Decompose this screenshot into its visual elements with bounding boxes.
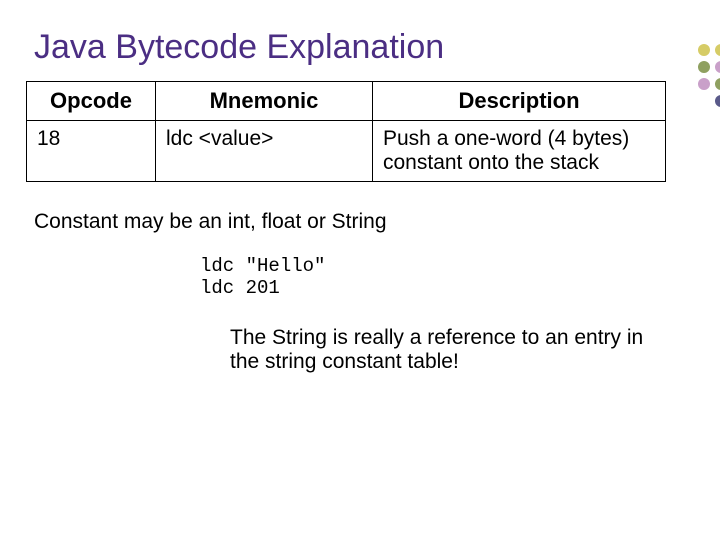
- string-note: The String is really a reference to an e…: [230, 326, 650, 376]
- table-row: 18 ldc <value> Push a one-word (4 bytes)…: [27, 121, 666, 182]
- table-header-row: Opcode Mnemonic Description: [27, 82, 666, 121]
- cell-description: Push a one-word (4 bytes) constant onto …: [373, 121, 666, 182]
- slide-title: Java Bytecode Explanation: [34, 28, 690, 67]
- cell-mnemonic: ldc <value>: [156, 121, 373, 182]
- code-example: ldc "Hello" ldc 201: [200, 256, 690, 300]
- opcode-table: Opcode Mnemonic Description 18 ldc <valu…: [26, 81, 666, 182]
- header-description: Description: [373, 82, 666, 121]
- cell-opcode: 18: [27, 121, 156, 182]
- header-opcode: Opcode: [27, 82, 156, 121]
- constant-note: Constant may be an int, float or String: [34, 210, 690, 234]
- header-mnemonic: Mnemonic: [156, 82, 373, 121]
